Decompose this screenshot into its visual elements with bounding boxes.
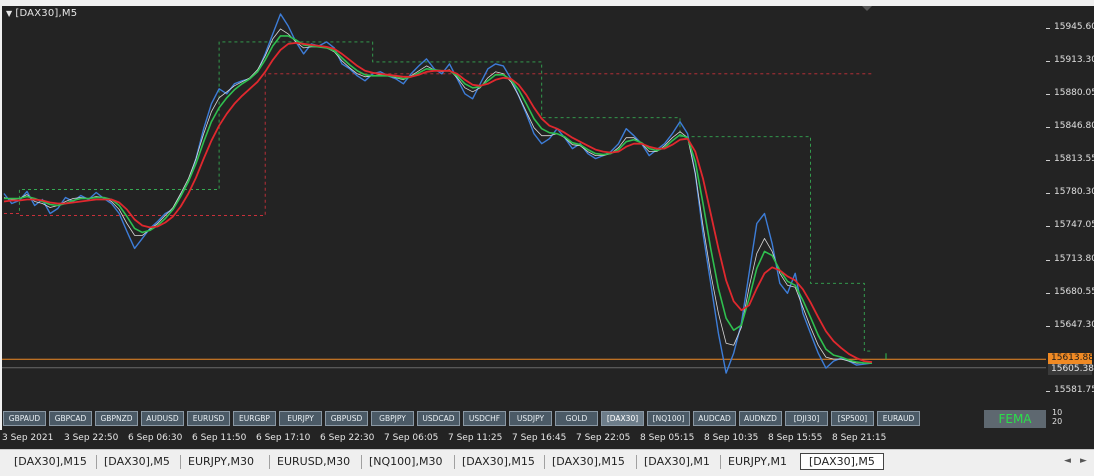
- shift-marker-icon[interactable]: [862, 6, 872, 11]
- symbol-button[interactable]: USDJPY: [509, 411, 552, 426]
- price-axis[interactable]: 15945.60 15913.30 15880.05 15846.80 15813.55…: [1046, 6, 1094, 430]
- chart-tab[interactable]: [DAX30],M15: [14, 455, 87, 468]
- symbol-button[interactable]: AUDUSD: [141, 411, 184, 426]
- price-tick-label: 15581.75: [1046, 385, 1094, 395]
- symbol-button[interactable]: AUDCAD: [693, 411, 736, 426]
- time-tick-label: 8 Sep 15:55: [768, 433, 823, 443]
- symbol-button[interactable]: AUDNZD: [739, 411, 782, 426]
- chart-title-text: [DAX30],M5: [15, 8, 78, 19]
- time-tick-label: 8 Sep 10:35: [704, 433, 759, 443]
- price-series-line: [3, 13, 873, 374]
- time-tick-label: 7 Sep 11:25: [448, 433, 503, 443]
- green-ema-line: [4, 35, 872, 364]
- price-tick-label: 15747.05: [1046, 220, 1094, 230]
- time-tick-label: 8 Sep 05:15: [640, 433, 695, 443]
- symbol-button[interactable]: [NQ100]: [647, 411, 690, 426]
- symbol-button[interactable]: GBPAUD: [3, 411, 46, 426]
- price-tick-label: 15945.60: [1046, 22, 1094, 32]
- chart-canvas: [2, 13, 1046, 374]
- tab-separator: [720, 455, 721, 469]
- chart-tab-bar: ◄ ► [DAX30],M15 [DAX30],M5 EURJPY,M30 EURUS…: [0, 449, 1094, 476]
- symbol-button[interactable]: EURAUD: [877, 411, 920, 426]
- chart-title: ▼ [DAX30],M5: [6, 8, 77, 19]
- symbol-button[interactable]: EURGBP: [233, 411, 276, 426]
- signal-series-line: [3, 28, 872, 364]
- time-tick-label: 7 Sep 06:05: [384, 433, 439, 443]
- time-tick-label: 3 Sep 22:50: [64, 433, 119, 443]
- tab-separator: [180, 455, 181, 469]
- fema-button[interactable]: FEMA: [984, 410, 1046, 428]
- price-tick-label: 15846.80: [1046, 121, 1094, 131]
- time-tick-label: 6 Sep 11:50: [192, 433, 247, 443]
- price-tick-label: 15913.30: [1046, 55, 1094, 65]
- chart-tab[interactable]: [DAX30],M5: [800, 453, 884, 470]
- volume-scale: 10 20: [1052, 408, 1062, 426]
- red-ema-line: [3, 42, 873, 363]
- symbol-button[interactable]: EURUSD: [187, 411, 230, 426]
- tab-separator: [454, 455, 455, 469]
- symbol-button[interactable]: [DJI30]: [785, 411, 828, 426]
- price-tick-label: 15647.30: [1046, 320, 1094, 330]
- symbol-button[interactable]: EURJPY: [279, 411, 322, 426]
- volume-scale-bottom: 20: [1052, 417, 1063, 426]
- price-tick-label: 15680.55: [1046, 287, 1094, 297]
- time-tick-label: 6 Sep 06:30: [128, 433, 183, 443]
- symbol-button[interactable]: GBPUSD: [325, 411, 368, 426]
- red-step-line: [4, 73, 872, 216]
- price-badge-upper: 15613.88: [1048, 353, 1094, 365]
- price-chart[interactable]: ▼ [DAX30],M5: [2, 6, 1046, 408]
- tab-scroll-right-icon[interactable]: ►: [1080, 456, 1087, 466]
- time-tick-label: 3 Sep 2021: [2, 433, 54, 443]
- price-tick-label: 15813.55: [1046, 154, 1094, 164]
- symbol-button[interactable]: [SP500]: [831, 411, 874, 426]
- volume-scale-top: 10: [1052, 408, 1063, 417]
- chart-tab[interactable]: [DAX30],M15: [552, 455, 625, 468]
- terminal-window: ▼ [DAX30],M5 15945.60 15913.30 15880.05 1584…: [0, 0, 1094, 476]
- time-axis[interactable]: 3 Sep 2021 3 Sep 22:50 6 Sep 06:30 6 Sep 11…: [0, 430, 1094, 449]
- triangle-down-icon[interactable]: ▼: [6, 9, 12, 18]
- price-tick-label: 15880.05: [1046, 88, 1094, 98]
- chart-tab[interactable]: [DAX30],M1: [644, 455, 710, 468]
- price-badge-lower: 15605.38: [1048, 363, 1094, 375]
- time-tick-label: 8 Sep 21:15: [832, 433, 887, 443]
- symbol-button[interactable]: USDCHF: [463, 411, 506, 426]
- symbol-button[interactable]: GBPCAD: [49, 411, 92, 426]
- tab-scroll-left-icon[interactable]: ◄: [1064, 456, 1071, 466]
- chart-tab[interactable]: [NQ100],M30: [369, 455, 442, 468]
- tab-separator: [361, 455, 362, 469]
- tab-separator: [269, 455, 270, 469]
- tab-separator: [636, 455, 637, 469]
- chart-tab[interactable]: [DAX30],M5: [104, 455, 170, 468]
- time-tick-label: 7 Sep 16:45: [512, 433, 567, 443]
- chart-tab[interactable]: EURJPY,M1: [728, 455, 787, 468]
- price-tick-label: 15780.30: [1046, 187, 1094, 197]
- chart-tab[interactable]: EURUSD,M30: [277, 455, 350, 468]
- tab-separator: [544, 455, 545, 469]
- symbol-button[interactable]: [DAX30]: [601, 411, 644, 426]
- symbol-button-bar: FEMA GBPAUD GBPCAD GBPNZD AUDUSD EURUSD EURGB…: [2, 408, 1046, 430]
- symbol-button[interactable]: GBPJPY: [371, 411, 414, 426]
- symbol-button[interactable]: GOLD: [555, 411, 598, 426]
- price-tick-label: 15713.80: [1046, 254, 1094, 264]
- time-tick-label: 6 Sep 22:30: [320, 433, 375, 443]
- tab-separator: [96, 455, 97, 469]
- green-step-line: [4, 41, 872, 352]
- chart-tab[interactable]: [DAX30],M15: [462, 455, 535, 468]
- symbol-button[interactable]: USDCAD: [417, 411, 460, 426]
- time-tick-label: 7 Sep 22:05: [576, 433, 631, 443]
- chart-tab[interactable]: EURJPY,M30: [188, 455, 254, 468]
- symbol-button[interactable]: GBPNZD: [95, 411, 138, 426]
- time-tick-label: 6 Sep 17:10: [256, 433, 311, 443]
